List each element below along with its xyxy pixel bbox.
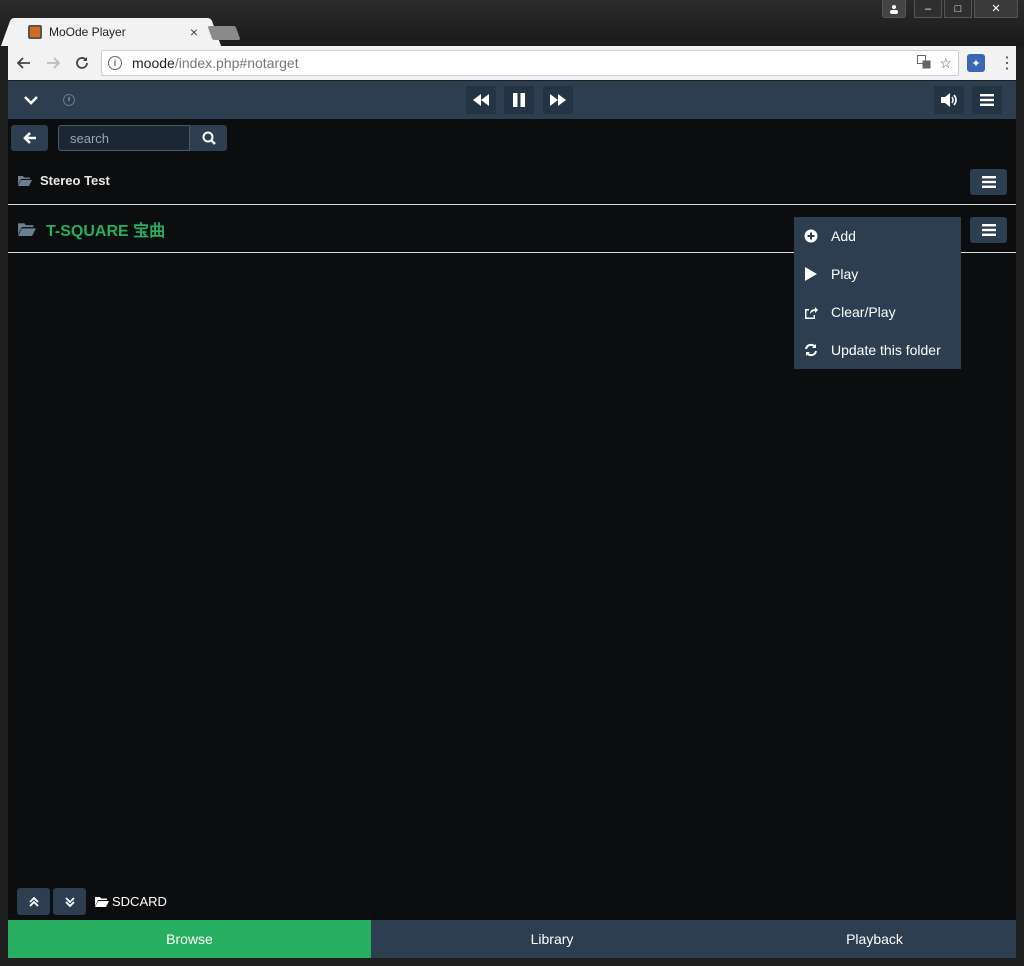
url-host: moode xyxy=(132,55,175,71)
window-frame-right xyxy=(1016,46,1024,966)
player-topbar xyxy=(8,81,1016,119)
window-frame-left xyxy=(0,46,8,966)
path-label: SDCARD xyxy=(112,894,167,909)
bookmark-star-icon[interactable]: ☆ xyxy=(939,55,952,72)
browser-tab-moode[interactable]: MoOde Player × xyxy=(14,18,208,46)
next-icon xyxy=(550,94,566,106)
play-icon xyxy=(804,267,818,281)
folder-label: Stereo Test xyxy=(40,173,110,188)
double-chevron-down-icon xyxy=(64,896,75,907)
scroll-top-button[interactable] xyxy=(17,888,50,915)
search-button[interactable] xyxy=(190,125,227,151)
tab-title: MoOde Player xyxy=(49,25,126,39)
collapse-chevron-icon[interactable] xyxy=(16,86,46,114)
search-icon xyxy=(202,131,216,145)
folder-label-active: T-SQUARE 宝曲 xyxy=(46,222,166,240)
current-path[interactable]: SDCARD xyxy=(95,894,167,909)
site-info-icon[interactable]: i xyxy=(108,56,122,70)
profile-icon[interactable] xyxy=(882,0,906,18)
context-menu-add[interactable]: Add xyxy=(794,217,961,255)
tab-close-button[interactable]: × xyxy=(186,24,202,40)
moode-app: search Stereo Test T-SQUARE 宝曲 Add Play … xyxy=(8,81,1016,958)
pause-button[interactable] xyxy=(504,86,534,114)
back-arrow-icon[interactable] xyxy=(11,50,37,76)
context-menu-label: Clear/Play xyxy=(831,304,896,320)
hamburger-icon xyxy=(981,224,996,236)
search-input[interactable]: search xyxy=(58,125,190,151)
maximize-button[interactable]: □ xyxy=(944,0,972,18)
context-menu-clear-play[interactable]: Clear/Play xyxy=(794,293,961,331)
tab-library[interactable]: Library xyxy=(371,920,733,958)
folder-open-icon xyxy=(18,175,32,186)
reload-icon[interactable] xyxy=(69,50,95,76)
forward-arrow-icon[interactable] xyxy=(40,50,66,76)
minimize-button[interactable]: – xyxy=(914,0,942,18)
tab-playback[interactable]: Playback xyxy=(733,920,1016,958)
hamburger-icon xyxy=(981,176,996,188)
url-path: /index.php#notarget xyxy=(174,55,299,71)
address-bar[interactable]: i moode /index.php#notarget ☆ xyxy=(101,50,959,76)
extension-icon[interactable]: ✦ xyxy=(967,54,985,72)
hamburger-icon xyxy=(980,94,994,106)
context-menu-play[interactable]: Play xyxy=(794,255,961,293)
folder-open-icon xyxy=(18,222,36,236)
share-icon xyxy=(804,305,818,319)
prev-button[interactable] xyxy=(466,86,496,114)
folder-menu-button[interactable] xyxy=(970,169,1007,195)
double-chevron-up-icon xyxy=(28,896,39,907)
arrow-left-icon xyxy=(22,132,36,144)
volume-icon xyxy=(941,93,957,107)
folder-open-icon xyxy=(95,897,109,907)
clock-icon[interactable] xyxy=(54,86,84,114)
browser-menu-icon[interactable]: ⋮ xyxy=(999,53,1015,73)
browse-bottom-controls: SDCARD xyxy=(17,888,167,915)
volume-button[interactable] xyxy=(934,86,964,114)
window-controls: – □ ✕ xyxy=(882,0,1018,18)
tab-browse[interactable]: Browse xyxy=(8,920,371,958)
browser-toolbar: i moode /index.php#notarget ☆ ✦ ⋮ xyxy=(8,46,1016,80)
browse-back-button[interactable] xyxy=(11,125,48,151)
context-menu-update-folder[interactable]: Update this folder xyxy=(794,331,961,369)
folder-row-stereo-test[interactable]: Stereo Test xyxy=(8,157,1016,205)
next-button[interactable] xyxy=(543,86,573,114)
refresh-icon xyxy=(804,343,818,357)
moode-favicon-icon xyxy=(28,25,42,39)
bottom-tabbar: Browse Library Playback xyxy=(8,920,1016,958)
pause-icon xyxy=(513,93,525,107)
scroll-bottom-button[interactable] xyxy=(53,888,86,915)
prev-icon xyxy=(473,94,489,106)
main-menu-button[interactable] xyxy=(972,86,1002,114)
folder-menu-button[interactable] xyxy=(970,217,1007,243)
context-menu-label: Play xyxy=(831,266,859,282)
plus-circle-icon xyxy=(804,229,818,243)
close-window-button[interactable]: ✕ xyxy=(974,0,1018,18)
context-menu-label: Add xyxy=(831,228,856,244)
browser-titlebar: MoOde Player × – □ ✕ xyxy=(0,0,1024,46)
context-menu-label: Update this folder xyxy=(831,342,941,358)
folder-context-menu: Add Play Clear/Play Update this folder xyxy=(794,217,961,369)
search-row: search xyxy=(11,125,227,151)
translate-icon[interactable] xyxy=(917,54,931,72)
new-tab-button[interactable] xyxy=(207,26,241,40)
